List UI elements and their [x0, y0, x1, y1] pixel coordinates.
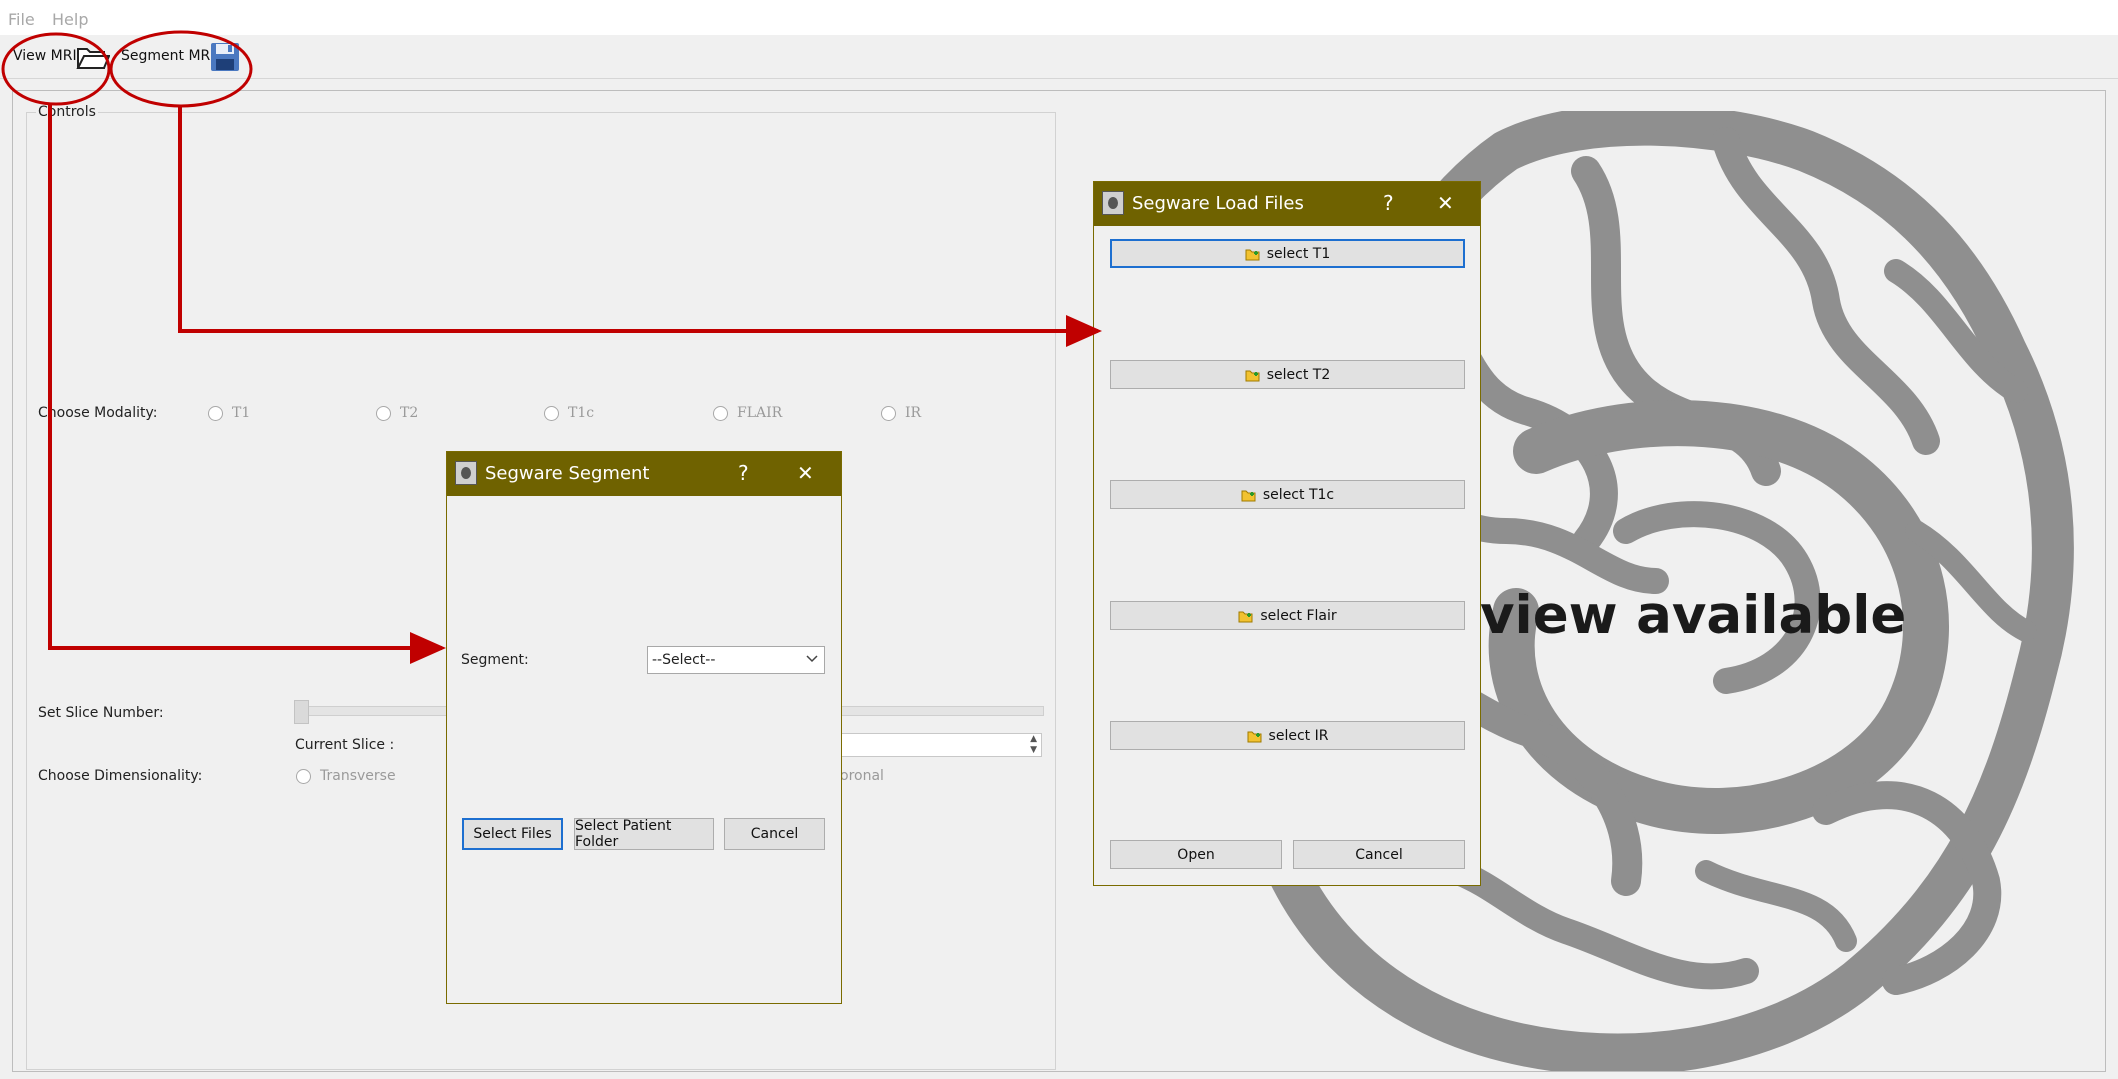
floppy-disk-icon [210, 42, 240, 76]
radio-flair-label: FLAIR [737, 405, 783, 421]
select-ir-button[interactable]: select IR [1110, 721, 1465, 750]
segment-dialog: Segware Segment ? ✕ Segment: --Select-- … [446, 451, 842, 1004]
radio-transverse-label: Transverse [320, 768, 396, 784]
app-icon [455, 461, 477, 485]
select-t1c-label: select T1c [1262, 486, 1335, 503]
radio-coronal-label: oronal [840, 768, 884, 784]
close-icon[interactable]: ✕ [797, 461, 814, 485]
radio-t1[interactable] [208, 406, 223, 421]
current-slice-spinner[interactable]: ▲ ▼ [830, 733, 1042, 757]
select-ir-label: select IR [1268, 727, 1329, 744]
radio-flair[interactable] [713, 406, 728, 421]
radio-transverse[interactable] [296, 769, 311, 784]
modality-label: Choose Modality: [38, 405, 158, 421]
segment-label: Segment: [461, 652, 529, 668]
view-mri-label: View MRI [13, 48, 77, 64]
radio-ir[interactable] [881, 406, 896, 421]
load-cancel-button[interactable]: Cancel [1293, 840, 1465, 869]
chevron-down-icon [806, 651, 818, 671]
folder-add-icon [1238, 609, 1254, 623]
radio-t2-label: T2 [400, 405, 419, 421]
folder-add-icon [1247, 729, 1263, 743]
slice-slider-thumb[interactable] [294, 700, 309, 724]
select-flair-button[interactable]: select Flair [1110, 601, 1465, 630]
select-t2-button[interactable]: select T2 [1110, 360, 1465, 389]
controls-title: Controls [36, 104, 98, 120]
select-files-button[interactable]: Select Files [462, 818, 563, 850]
select-t1c-button[interactable]: select T1c [1110, 480, 1465, 509]
dimensionality-label: Choose Dimensionality: [38, 768, 203, 784]
load-dialog-title: Segware Load Files [1132, 193, 1304, 214]
radio-t1c-label: T1c [568, 405, 595, 421]
segment-cancel-button[interactable]: Cancel [724, 818, 825, 850]
toolbar: View MRI Segment MRI [0, 35, 2118, 79]
folder-add-icon [1245, 247, 1261, 261]
radio-ir-label: IR [905, 405, 922, 421]
select-t1-button[interactable]: select T1 [1110, 239, 1465, 268]
select-patient-folder-button[interactable]: Select Patient Folder [574, 818, 714, 850]
folder-add-icon [1245, 368, 1261, 382]
select-flair-label: select Flair [1260, 607, 1337, 624]
segment-select[interactable]: --Select-- [647, 646, 825, 674]
select-t2-label: select T2 [1266, 366, 1331, 383]
app-icon [1102, 191, 1124, 215]
help-icon[interactable]: ? [738, 461, 749, 485]
segment-dialog-titlebar[interactable]: Segware Segment ? ✕ [447, 452, 841, 496]
menu-help[interactable]: Help [52, 10, 88, 29]
load-files-dialog: Segware Load Files ? ✕ select T1 select … [1093, 181, 1481, 886]
load-dialog-titlebar[interactable]: Segware Load Files ? ✕ [1094, 182, 1480, 226]
menu-bar: File Help [0, 0, 2118, 35]
menu-file[interactable]: File [8, 10, 35, 29]
segment-mri-label: Segment MRI [121, 48, 215, 64]
current-slice-label: Current Slice : [295, 737, 395, 753]
radio-t1c[interactable] [544, 406, 559, 421]
segment-mri-button[interactable]: Segment MRI [114, 41, 246, 71]
folder-add-icon [1241, 488, 1257, 502]
close-icon[interactable]: ✕ [1437, 191, 1454, 215]
preview-status-text: view available [1480, 585, 1907, 646]
open-folder-icon [76, 43, 111, 75]
select-t1-label: select T1 [1266, 245, 1331, 262]
help-icon[interactable]: ? [1383, 191, 1394, 215]
segment-select-value: --Select-- [652, 652, 716, 668]
radio-t1-label: T1 [232, 405, 251, 421]
open-button[interactable]: Open [1110, 840, 1282, 869]
view-mri-button[interactable]: View MRI [8, 41, 111, 71]
spinner-arrows-icon[interactable]: ▲ ▼ [1030, 734, 1037, 756]
segment-dialog-title: Segware Segment [485, 463, 650, 484]
radio-t2[interactable] [376, 406, 391, 421]
slice-label: Set Slice Number: [38, 705, 164, 721]
